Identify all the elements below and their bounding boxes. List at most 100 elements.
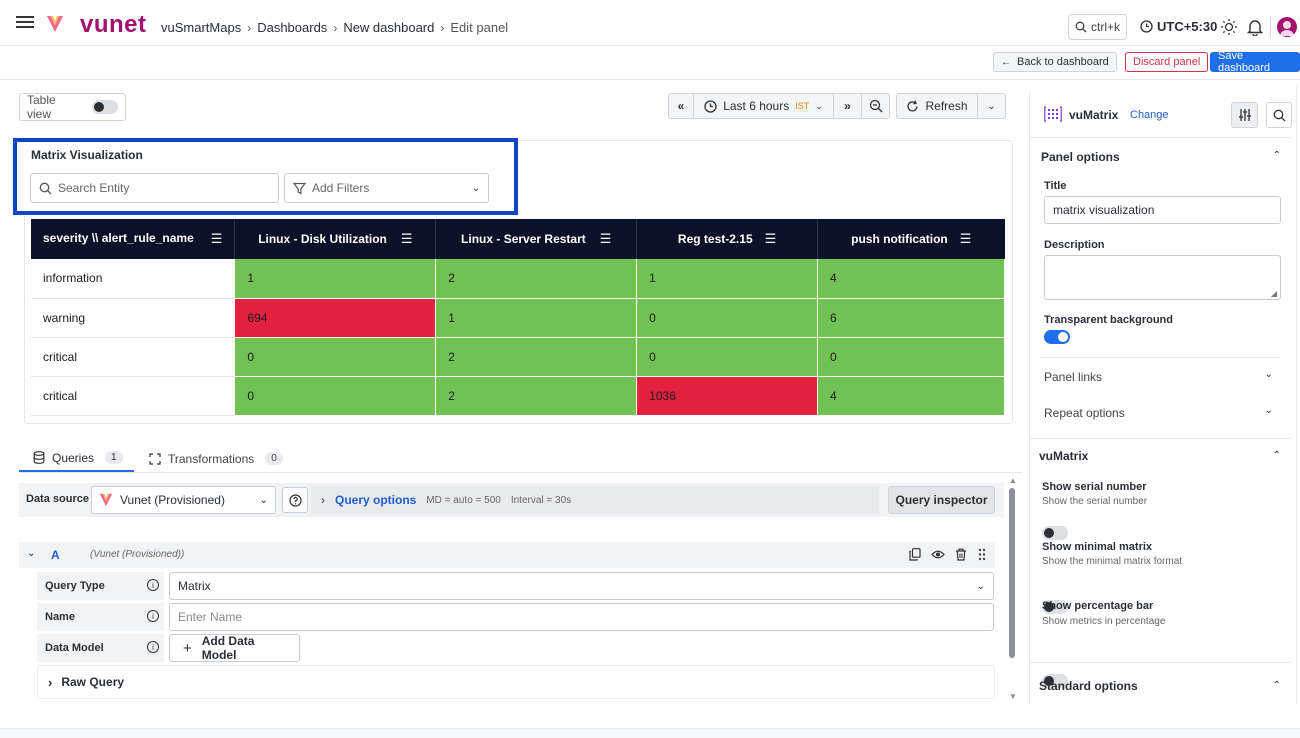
matrix-cell[interactable]: 1: [234, 259, 437, 299]
standard-options-header[interactable]: Standard options ⌃: [1039, 673, 1281, 701]
search-icon: [1075, 21, 1087, 33]
time-back-button[interactable]: «: [668, 93, 694, 119]
data-source-help-button[interactable]: [282, 487, 308, 513]
column-menu-icon[interactable]: ☰: [211, 231, 223, 247]
matrix-cell[interactable]: 0: [234, 376, 437, 416]
search-entity-input[interactable]: Search Entity: [30, 173, 279, 203]
query-type-label-cell: Query Type i: [37, 572, 164, 600]
matrix-cell[interactable]: 0: [817, 337, 1005, 377]
chevron-up-icon: ⌃: [1272, 450, 1281, 461]
add-data-model-button[interactable]: + Add Data Model: [169, 634, 300, 662]
table-view-toggle[interactable]: Table view: [19, 93, 126, 121]
panel-links-header[interactable]: Panel links ⌄: [1044, 362, 1281, 392]
raw-query-collapse[interactable]: › Raw Query: [37, 665, 995, 699]
time-range-picker[interactable]: Last 6 hours IST ⌄: [694, 93, 834, 119]
discard-panel-button[interactable]: Discard panel: [1125, 52, 1209, 72]
matrix-cell[interactable]: 2: [435, 337, 638, 377]
timezone-indicator[interactable]: UTC+5:30: [1140, 19, 1217, 34]
resize-handle-icon[interactable]: ◢: [1271, 289, 1277, 298]
refresh-interval-dropdown[interactable]: ⌄: [978, 93, 1006, 119]
trash-icon[interactable]: [955, 548, 967, 561]
description-textarea[interactable]: ◢: [1044, 255, 1281, 300]
matrix-column-header[interactable]: Linux - Disk Utilization ☰: [234, 219, 437, 259]
matrix-column-header[interactable]: severity \\ alert_rule_name ☰: [31, 219, 236, 259]
time-picker-group: « Last 6 hours IST ⌄ » Refresh ⌄: [668, 93, 1006, 119]
tab-queries[interactable]: Queries 1: [19, 445, 134, 472]
matrix-cell[interactable]: 0: [636, 337, 819, 377]
time-forward-button[interactable]: »: [834, 93, 862, 119]
matrix-cell[interactable]: 1036: [636, 376, 819, 416]
panel-title: Matrix Visualization: [31, 148, 143, 162]
visualization-picker: vuMatrix Change: [1030, 92, 1292, 138]
matrix-cell[interactable]: 4: [817, 259, 1005, 299]
global-search-button[interactable]: ctrl+k: [1068, 14, 1128, 40]
matrix-cell[interactable]: 2: [435, 376, 638, 416]
sun-theme-icon[interactable]: [1220, 18, 1238, 36]
name-placeholder: Enter Name: [178, 610, 243, 624]
query-type-select[interactable]: Matrix ⌄: [169, 572, 994, 600]
info-icon[interactable]: i: [147, 579, 159, 591]
avatar[interactable]: [1277, 17, 1297, 37]
md-value: MD = auto = 500: [426, 494, 501, 506]
matrix-cell[interactable]: 0: [636, 298, 819, 338]
breadcrumb-dashboards[interactable]: Dashboards: [257, 20, 327, 35]
zoom-out-button[interactable]: [862, 93, 890, 119]
table-view-switch[interactable]: [92, 100, 118, 114]
data-source-select[interactable]: Vunet (Provisioned) ⌄: [91, 486, 276, 514]
matrix-column-header[interactable]: Reg test-2.15 ☰: [636, 219, 819, 259]
standard-options-title: Standard options: [1039, 679, 1138, 693]
matrix-cell[interactable]: 2: [435, 259, 638, 299]
panel-title-input[interactable]: matrix visualization: [1044, 196, 1281, 224]
matrix-row: critical 0 2 0 0: [31, 337, 1005, 377]
title-label: Title: [1044, 180, 1067, 192]
refresh-button[interactable]: Refresh: [896, 93, 978, 119]
back-to-dashboard-button[interactable]: ← Back to dashboard: [993, 52, 1117, 72]
column-header-label: Linux - Server Restart: [461, 232, 586, 246]
matrix-cell[interactable]: 0: [234, 337, 437, 377]
query-scrollbar[interactable]: ▲ ▼: [1007, 476, 1017, 704]
matrix-column-header[interactable]: Linux - Server Restart ☰: [435, 219, 638, 259]
bell-notification-icon[interactable]: [1247, 18, 1263, 36]
matrix-cell[interactable]: 6: [817, 298, 1005, 338]
duplicate-icon[interactable]: [909, 548, 921, 561]
options-toggle-button[interactable]: [1231, 102, 1258, 128]
breadcrumb-vusmartmaps[interactable]: vuSmartMaps: [161, 20, 241, 35]
info-icon[interactable]: i: [147, 641, 159, 653]
save-dashboard-button[interactable]: Save dashboard: [1210, 50, 1300, 74]
breadcrumb-new-dashboard[interactable]: New dashboard: [343, 20, 434, 35]
eye-icon[interactable]: [931, 548, 945, 561]
chevron-down-icon[interactable]: ⌄: [27, 548, 35, 559]
show-serial-number-switch[interactable]: [1042, 526, 1068, 540]
matrix-row: critical 0 2 1036 4: [31, 376, 1005, 416]
query-type-label: Query Type: [45, 580, 105, 592]
vumatrix-options-header[interactable]: vuMatrix ⌃: [1039, 442, 1281, 472]
matrix-cell[interactable]: 4: [817, 376, 1005, 416]
query-inspector-button[interactable]: Query inspector: [888, 486, 995, 514]
matrix-cell[interactable]: 694: [234, 298, 437, 338]
info-icon[interactable]: i: [147, 610, 159, 622]
chevron-right-icon: ›: [440, 20, 445, 35]
tab-transformations[interactable]: Transformations 0: [149, 445, 283, 472]
query-ref-id[interactable]: A: [51, 548, 60, 562]
panel-options-header[interactable]: Panel options ⌃: [1041, 142, 1281, 172]
add-filters-dropdown[interactable]: Add Filters ⌄: [284, 173, 489, 203]
column-menu-icon[interactable]: ☰: [960, 231, 972, 246]
show-minimal-matrix-desc: Show the minimal matrix format: [1042, 556, 1183, 567]
query-options-bar[interactable]: › Query options MD = auto = 500 Interval…: [311, 486, 879, 514]
back-button-label: Back to dashboard: [1017, 56, 1109, 68]
transparent-background-switch[interactable]: [1044, 330, 1070, 344]
column-menu-icon[interactable]: ☰: [765, 231, 777, 246]
hamburger-menu-icon[interactable]: [16, 15, 34, 29]
search-options-button[interactable]: [1266, 102, 1292, 128]
column-menu-icon[interactable]: ☰: [600, 231, 612, 246]
drag-handle-icon[interactable]: [977, 548, 987, 561]
query-name-input[interactable]: Enter Name: [169, 603, 994, 631]
repeat-options-header[interactable]: Repeat options ⌄: [1044, 398, 1281, 428]
column-menu-icon[interactable]: ☰: [401, 231, 413, 246]
matrix-column-header[interactable]: push notification ☰: [817, 219, 1005, 259]
query-a-header[interactable]: ⌄ A (Vunet (Provisioned)): [19, 542, 995, 568]
matrix-cell[interactable]: 1: [636, 259, 819, 299]
matrix-cell[interactable]: 1: [435, 298, 638, 338]
change-visualization-link[interactable]: Change: [1130, 109, 1169, 121]
chevron-right-icon: ›: [321, 493, 325, 507]
